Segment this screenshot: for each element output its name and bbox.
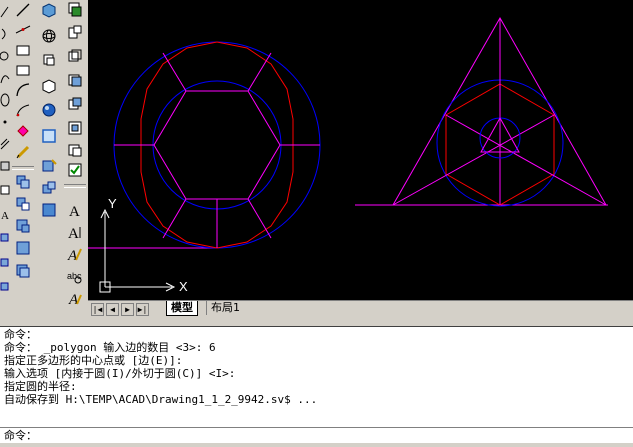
rectangle-icon[interactable] [12, 60, 34, 80]
extrude-icon[interactable] [38, 126, 60, 146]
wedge-icon[interactable] [64, 22, 86, 42]
text-style-icon[interactable]: A [64, 288, 86, 308]
toolbar-separator [64, 184, 86, 188]
history-line: 自动保存到 H:\TEMP\ACAD\Drawing1_1_2_9942.sv$… [4, 393, 318, 406]
point-icon[interactable] [12, 216, 34, 236]
region-icon[interactable] [12, 260, 34, 280]
medians [392, 18, 607, 206]
make-block-icon[interactable] [12, 194, 34, 214]
arc-icon[interactable] [12, 80, 34, 100]
torus-icon[interactable] [38, 100, 60, 120]
edit-text-icon[interactable]: A [64, 244, 86, 264]
hatch-icon[interactable] [0, 134, 10, 154]
circle-icon[interactable] [0, 46, 10, 66]
polyline-icon[interactable] [12, 40, 34, 60]
tab-model[interactable]: 模型 [166, 301, 198, 316]
history-line: 指定正多边形的中心点或 [边(E)]: [4, 354, 183, 367]
text-toolbar: A A A abc A [62, 0, 88, 318]
svg-text:A: A [68, 226, 79, 241]
point-icon[interactable] [0, 112, 10, 132]
command-input[interactable]: 命令： [0, 427, 633, 444]
wblock-icon[interactable] [0, 276, 10, 296]
polyline-icon[interactable] [0, 2, 10, 22]
toolbar-edge: A [0, 0, 10, 318]
next-tab-button[interactable]: ▶ [121, 303, 134, 316]
line-icon[interactable] [12, 0, 34, 20]
table-icon[interactable] [0, 180, 10, 200]
construction-line-icon[interactable] [12, 20, 34, 40]
revision-cloud-icon[interactable] [12, 120, 34, 140]
history-line: 输入选项 [内接于圆(I)/外切于圆(C)] <I>: [4, 367, 236, 380]
inner-circle [152, 80, 282, 210]
draw-toolbar [10, 0, 36, 318]
ucs-y-label: Y [108, 196, 117, 211]
slice-icon[interactable] [38, 200, 60, 220]
last-tab-button[interactable]: ▶| [136, 303, 149, 316]
single-line-text-icon[interactable]: A [64, 222, 86, 242]
interference-icon[interactable] [64, 140, 86, 160]
history-line: 命令： _polygon 输入边的数目 <3>: 6 [4, 341, 216, 354]
section-icon[interactable] [64, 94, 86, 114]
command-prompt: 命令： [4, 429, 37, 442]
solids-toolbar [36, 0, 62, 318]
first-tab-button[interactable]: |◀ [91, 303, 104, 316]
check-icon[interactable] [64, 160, 86, 180]
ucs-icon [99, 208, 176, 293]
block-icon[interactable] [0, 228, 10, 248]
sphere-icon[interactable] [38, 26, 60, 46]
status-strip [0, 443, 633, 447]
toolbar-separator [12, 166, 34, 170]
slice-icon[interactable] [64, 118, 86, 138]
arc-icon[interactable] [0, 24, 10, 44]
multiline-text-icon[interactable]: A [64, 200, 86, 220]
spline-icon[interactable] [12, 142, 34, 162]
svg-text:A: A [1, 210, 9, 222]
tab-layout1[interactable]: 布局1 [206, 301, 244, 315]
ucs-x-label: X [179, 279, 188, 294]
arc-icon[interactable] [12, 100, 34, 120]
region-icon[interactable] [0, 156, 10, 176]
drawing-geometry: Y X [88, 16, 608, 294]
insert-icon[interactable] [0, 252, 10, 272]
left-figure [88, 41, 321, 249]
mtext-icon[interactable]: A [0, 204, 10, 224]
right-figure [355, 16, 608, 207]
revolve-icon[interactable] [64, 70, 86, 90]
insert-block-icon[interactable] [12, 172, 34, 192]
svg-text:A: A [69, 204, 80, 219]
history-line: 指定圆的半径: [4, 380, 77, 393]
ellipse-icon[interactable] [0, 90, 10, 110]
revolve-icon[interactable] [38, 156, 60, 176]
drawing-canvas[interactable]: Y X [88, 0, 633, 300]
cone-icon[interactable] [38, 76, 60, 96]
inner-hexagon [153, 90, 281, 200]
svg-text:A: A [67, 248, 78, 263]
previous-tab-button[interactable]: ◀ [106, 303, 119, 316]
box-icon[interactable] [64, 0, 86, 20]
spline-icon[interactable] [0, 68, 10, 88]
find-replace-icon[interactable]: abc [64, 266, 86, 286]
section-icon[interactable] [38, 178, 60, 198]
svg-text:abc: abc [67, 271, 82, 281]
history-line: 命令： [4, 328, 37, 341]
svg-text:A: A [68, 292, 79, 307]
layout-tab-bar: |◀ ◀ ▶ ▶| 模型 布局1 [88, 300, 633, 319]
cylinder-icon[interactable] [38, 50, 60, 70]
command-history: 命令： 命令： _polygon 输入边的数目 <3>: 6 指定正多边形的中心… [0, 326, 633, 428]
hatch-icon[interactable] [12, 238, 34, 258]
box-icon[interactable] [38, 0, 60, 20]
extrude-icon[interactable] [64, 46, 86, 66]
